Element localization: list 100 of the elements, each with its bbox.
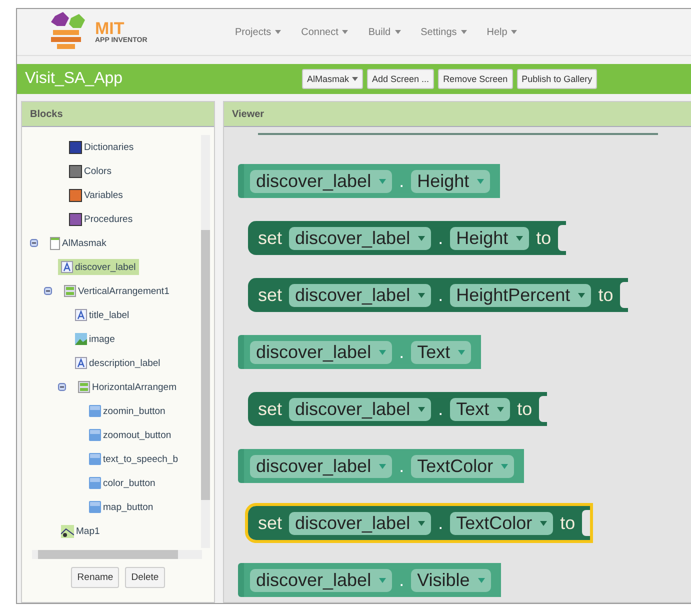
getter-block[interactable]: discover_label . Visible	[238, 563, 501, 597]
caret-icon	[379, 578, 386, 582]
getter-block[interactable]: discover_label . Height	[238, 164, 500, 198]
toolbar-button[interactable]: Remove Screen	[438, 69, 513, 89]
separator: .	[438, 398, 444, 420]
caret-icon	[418, 292, 426, 298]
panel-button[interactable]: Rename	[71, 567, 120, 588]
caret-icon	[379, 178, 386, 184]
property-dropdown[interactable]: Height	[450, 226, 530, 250]
caret-icon	[516, 236, 524, 240]
tree-item[interactable]: color_button	[86, 475, 158, 491]
component-dropdown[interactable]: discover_label	[289, 398, 432, 420]
button-icon	[89, 429, 101, 441]
property-dropdown[interactable]: Height	[411, 170, 490, 192]
project-title: Visit_SA_App	[25, 70, 124, 88]
logo-title: MIT	[95, 20, 124, 37]
collapse-toggle[interactable]	[44, 286, 53, 296]
collapse-toggle[interactable]	[58, 382, 67, 392]
input-socket[interactable]	[539, 396, 548, 422]
property-dropdown[interactable]: TextColor	[411, 454, 514, 478]
horizontal-scrollbar[interactable]	[32, 550, 202, 559]
panel-title: Viewer	[232, 108, 264, 120]
menu-item[interactable]: Connect	[293, 24, 356, 40]
arrangement-icon	[64, 285, 76, 297]
menu-item[interactable]: Settings	[412, 24, 475, 40]
button-icon	[89, 501, 101, 513]
setter-block[interactable]: set discover_label . HeightPercent to	[248, 278, 628, 312]
block-keyword: to	[536, 228, 552, 248]
tree-item[interactable]: zoomout_button	[86, 427, 174, 443]
input-socket[interactable]	[620, 282, 628, 308]
caret-icon	[352, 77, 358, 81]
tree-item[interactable]: HorizontalArrangem	[75, 379, 180, 395]
caret-icon	[458, 350, 466, 354]
tree-item-label: image	[89, 334, 115, 344]
caret-icon	[511, 30, 518, 34]
tree-item[interactable]: discover_label	[58, 259, 139, 275]
tree-item[interactable]: Variables	[66, 186, 126, 204]
caret-icon	[578, 292, 586, 298]
setter-block[interactable]: set discover_label . Height to	[248, 221, 566, 255]
caret-icon	[379, 464, 386, 468]
menu-item[interactable]: Projects	[227, 24, 290, 40]
tree-item[interactable]: Procedures	[66, 210, 136, 228]
caret-icon	[394, 30, 401, 34]
setter-block[interactable]: set discover_label . Text to	[248, 392, 548, 426]
getter-block[interactable]: discover_label . Text	[238, 335, 482, 369]
tree-item[interactable]: description_label	[72, 355, 164, 371]
tree-item-label: color_button	[103, 478, 156, 488]
tree-item[interactable]: map_button	[86, 499, 156, 515]
caret-icon	[418, 236, 426, 240]
panel-title: Blocks	[30, 108, 63, 120]
tree-item-label: zoomout_button	[103, 430, 172, 440]
button-icon	[89, 477, 101, 489]
component-dropdown[interactable]: discover_label	[289, 284, 432, 306]
tree-item[interactable]: title_label	[72, 307, 132, 323]
toolbar-button[interactable]: Add Screen ...	[367, 69, 434, 89]
property-dropdown[interactable]: HeightPercent	[450, 284, 592, 306]
separator: .	[399, 570, 404, 590]
component-dropdown[interactable]: discover_label	[250, 340, 392, 364]
component-dropdown[interactable]: discover_label	[289, 226, 432, 250]
menu-item[interactable]: Build	[360, 24, 409, 40]
vertical-scrollbar[interactable]	[201, 135, 210, 548]
block-keyword: to	[598, 284, 614, 306]
tree-item[interactable]: Map1	[58, 522, 103, 540]
component-dropdown[interactable]: discover_label	[250, 454, 392, 478]
caret-icon	[478, 578, 485, 582]
component-dropdown[interactable]: discover_label	[250, 170, 392, 192]
input-socket[interactable]	[582, 510, 590, 536]
block-keyword: set	[258, 228, 282, 248]
tree-item[interactable]: zoomin_button	[86, 403, 168, 419]
getter-block[interactable]: discover_label . TextColor	[238, 449, 524, 483]
tree-item[interactable]: VerticalArrangement1	[61, 283, 172, 299]
tree-item-label: text_to_speech_b	[103, 454, 178, 464]
setter-block[interactable]: set discover_label . TextColor to	[248, 506, 590, 540]
tree-item[interactable]: Dictionaries	[66, 138, 137, 156]
component-dropdown[interactable]: discover_label	[250, 568, 392, 592]
property-dropdown[interactable]: Text	[411, 340, 472, 364]
tree-item-label: VerticalArrangement1	[78, 286, 170, 296]
property-dropdown[interactable]: Text	[450, 398, 510, 420]
collapse-toggle[interactable]	[30, 238, 39, 248]
tree-item-label: Variables	[84, 190, 123, 200]
tree-item-label: Colors	[84, 166, 112, 176]
separator: .	[399, 456, 404, 476]
tree-item-label: HorizontalArrangem	[92, 382, 176, 392]
tree-item-label: Dictionaries	[84, 142, 134, 152]
tree-item[interactable]: text_to_speech_b	[86, 451, 182, 467]
input-socket[interactable]	[558, 225, 566, 251]
toolbar-button[interactable]: Publish to Gallery	[516, 69, 598, 89]
button-icon	[89, 453, 101, 465]
component-dropdown[interactable]: discover_label	[289, 512, 432, 534]
tree-item[interactable]: image	[72, 331, 118, 347]
panel-button[interactable]: Delete	[125, 567, 165, 588]
property-dropdown[interactable]: TextColor	[450, 512, 554, 534]
label-icon	[61, 261, 73, 273]
tree-item[interactable]: AlMasmak	[47, 234, 110, 252]
property-dropdown[interactable]: Visible	[411, 568, 491, 592]
block-keyword: to	[560, 512, 576, 534]
menu-item[interactable]: Help	[478, 24, 526, 40]
tree-item-label: discover_label	[75, 262, 136, 272]
tree-item[interactable]: Colors	[66, 162, 114, 180]
screen-dropdown[interactable]: AlMasmak	[302, 69, 364, 89]
